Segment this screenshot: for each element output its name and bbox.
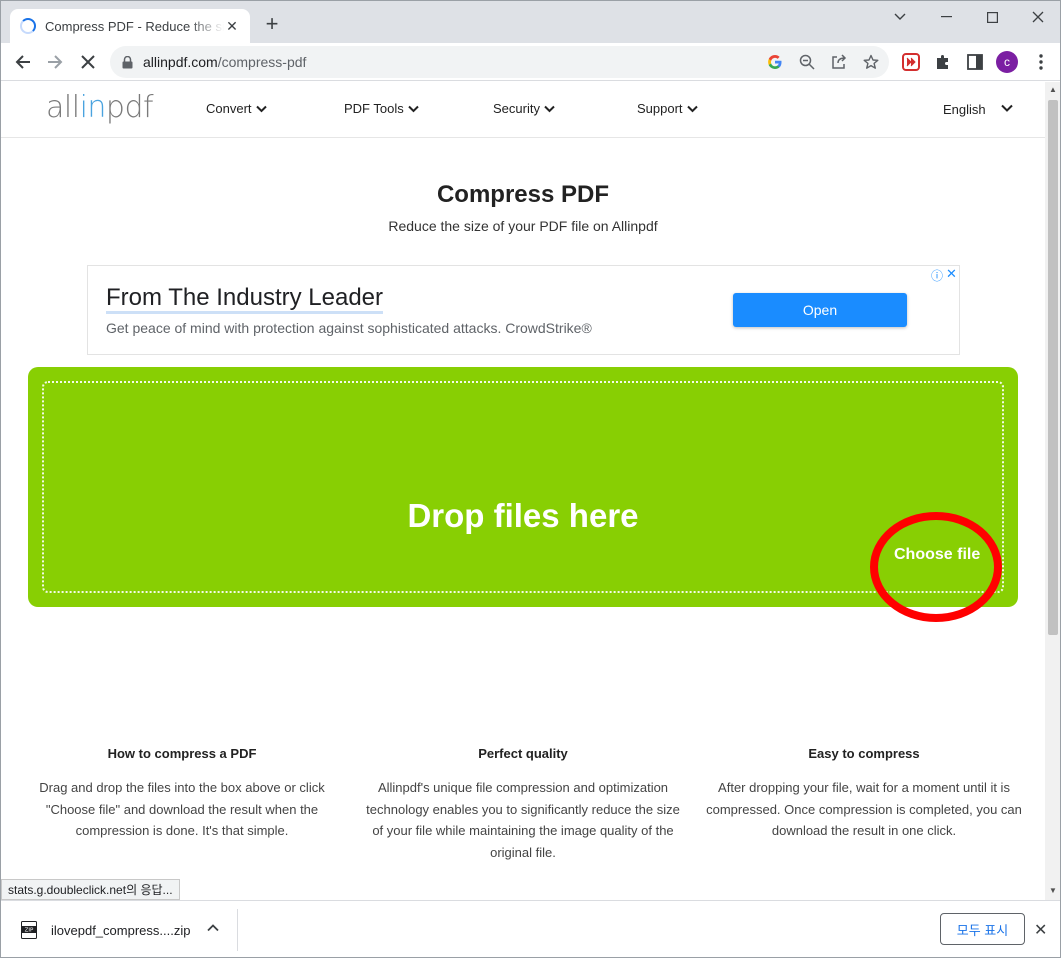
menu-support-label: Support	[637, 101, 683, 116]
menu-security-label: Security	[493, 101, 540, 116]
web-page: allinpdf Convert PDF Tools Security Supp…	[1, 82, 1045, 900]
feature-title: Easy to compress	[808, 746, 920, 761]
profile-avatar[interactable]: c	[996, 51, 1018, 73]
scrollbar-thumb[interactable]	[1048, 100, 1058, 635]
menu-convert[interactable]: Convert	[206, 101, 267, 116]
drop-zone-border	[42, 381, 1004, 593]
zip-file-icon[interactable]: ZIP	[21, 921, 37, 939]
browser-toolbar: allinpdf.com/compress-pdf c	[1, 43, 1060, 81]
minimize-icon	[940, 16, 952, 18]
lock-icon	[122, 55, 133, 68]
window-minimize-button[interactable]	[923, 1, 969, 33]
chevron-down-icon	[544, 105, 555, 112]
close-icon	[81, 55, 95, 69]
extension-red-icon[interactable]	[901, 52, 921, 72]
ad-info-icon[interactable]: ⓘ	[931, 267, 943, 284]
menu-security[interactable]: Security	[493, 101, 555, 116]
arrow-left-icon	[15, 55, 30, 69]
file-drop-zone[interactable]: Drop files here Choose file	[28, 367, 1018, 622]
drop-files-text: Drop files here	[407, 497, 639, 534]
minimize-button[interactable]	[877, 1, 923, 33]
ad-headline[interactable]: From The Industry Leader	[106, 285, 384, 314]
google-translate-icon[interactable]	[765, 52, 785, 72]
side-panel-icon[interactable]	[965, 52, 985, 72]
url-domain: allinpdf.com	[143, 54, 218, 70]
ad-description: Get peace of mind with protection agains…	[106, 320, 592, 336]
menu-pdf-tools[interactable]: PDF Tools	[344, 101, 419, 116]
browser-tab[interactable]: Compress PDF - Reduce the size of your P…	[10, 9, 250, 43]
close-download-shelf-icon[interactable]: ✕	[1034, 920, 1047, 940]
scroll-up-arrow-icon[interactable]: ▲	[1048, 85, 1058, 95]
stop-loading-button[interactable]	[76, 50, 100, 74]
shelf-divider	[237, 909, 238, 951]
logo-text-pdf: pdf	[105, 90, 154, 125]
address-bar[interactable]: allinpdf.com/compress-pdf	[110, 46, 889, 78]
tab-title: Compress PDF - Reduce the size of your P…	[45, 18, 225, 34]
page-scrollbar[interactable]: ▲ ▼	[1045, 82, 1060, 900]
site-header: allinpdf Convert PDF Tools Security Supp…	[1, 82, 1045, 138]
menu-convert-label: Convert	[206, 101, 252, 116]
feature-title: How to compress a PDF	[107, 746, 257, 761]
arrow-right-icon	[48, 55, 63, 69]
ad-open-button[interactable]: Open	[733, 293, 907, 327]
maximize-icon	[986, 11, 998, 23]
tab-close-icon[interactable]: ✕	[224, 18, 240, 35]
svg-text:ZIP: ZIP	[25, 928, 34, 934]
feature-quality: Perfect quality Allinpdf's unique file c…	[363, 746, 683, 863]
window-close-button[interactable]	[1015, 1, 1060, 33]
feature-title: Perfect quality	[478, 746, 568, 761]
chevron-down-icon[interactable]	[1001, 104, 1013, 112]
feature-text: Allinpdf's unique file compression and o…	[366, 780, 680, 860]
extensions-puzzle-icon[interactable]	[933, 52, 953, 72]
feature-text: Drag and drop the files into the box abo…	[39, 780, 325, 838]
chevron-down-icon	[255, 105, 267, 112]
chevron-up-icon[interactable]	[207, 924, 219, 932]
feature-how-to: How to compress a PDF Drag and drop the …	[22, 746, 342, 842]
bookmark-star-icon[interactable]	[861, 52, 881, 72]
show-all-downloads-button[interactable]: 모두 표시	[940, 913, 1025, 945]
chevron-down-icon	[894, 13, 906, 20]
chevron-down-icon	[686, 105, 698, 112]
menu-pdf-tools-label: PDF Tools	[344, 101, 404, 116]
zoom-icon[interactable]	[797, 52, 817, 72]
loading-spinner-icon	[20, 18, 36, 34]
url-path: /compress-pdf	[217, 54, 307, 70]
logo-text-in: in	[79, 90, 107, 125]
ad-banner[interactable]: From The Industry Leader Get peace of mi…	[87, 265, 960, 355]
chevron-down-icon	[408, 105, 419, 112]
download-shelf: ZIP ilovepdf_compress....zip 모두 표시 ✕	[1, 900, 1060, 957]
feature-easy: Easy to compress After dropping your fil…	[704, 746, 1024, 842]
status-bubble: stats.g.doubleclick.net의 응답...	[1, 879, 180, 900]
download-file-name[interactable]: ilovepdf_compress....zip	[51, 923, 190, 938]
window-maximize-button[interactable]	[969, 1, 1015, 33]
page-title: Compress PDF	[436, 181, 610, 208]
tab-strip: Compress PDF - Reduce the size of your P…	[1, 1, 1060, 43]
address-bar-actions	[765, 52, 881, 72]
scroll-down-arrow-icon[interactable]: ▼	[1048, 886, 1058, 896]
close-icon	[1032, 11, 1044, 23]
ad-close-icon[interactable]: ✕	[946, 266, 957, 282]
new-tab-button[interactable]: +	[260, 13, 284, 37]
language-selector[interactable]: English	[943, 102, 986, 117]
logo-text-all: all	[46, 90, 80, 125]
more-menu-icon[interactable]	[1031, 52, 1051, 72]
forward-button[interactable]	[43, 50, 67, 74]
feature-text: After dropping your file, wait for a mom…	[706, 780, 1022, 838]
browser-window: Compress PDF - Reduce the size of your P…	[0, 0, 1061, 958]
url-text: allinpdf.com/compress-pdf	[143, 54, 306, 70]
page-subtitle: Reduce the size of your PDF file on Alli…	[388, 218, 658, 234]
allinpdf-logo[interactable]: allinpdf	[46, 90, 154, 125]
menu-support[interactable]: Support	[637, 101, 698, 116]
back-button[interactable]	[11, 50, 35, 74]
share-icon[interactable]	[829, 52, 849, 72]
red-circle-annotation	[870, 512, 1002, 622]
